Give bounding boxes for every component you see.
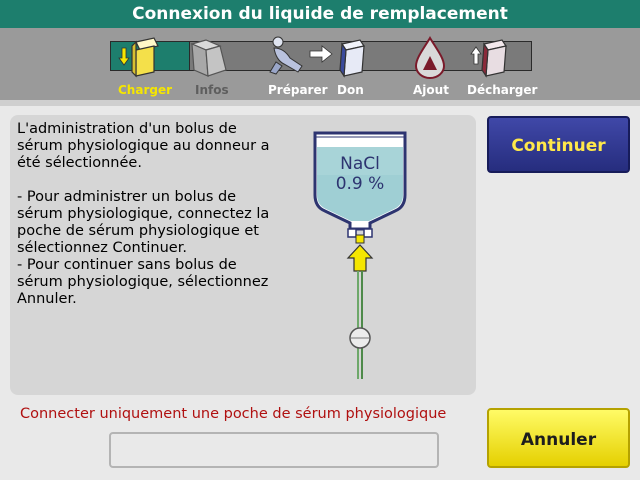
step-label-infos: Infos — [195, 83, 229, 97]
saline-bag-illustration: NaCl 0.9 % — [313, 131, 407, 379]
instruction-intro: L'administration d'un bolus de sérum phy… — [17, 121, 270, 171]
step-label-don: Don — [337, 83, 364, 97]
progress-steps: Charger Infos Préparer Don Ajout Décharg… — [0, 28, 640, 100]
step-label-decharger: Décharger — [467, 83, 538, 97]
step-label-charger: Charger — [118, 83, 173, 97]
window-title: Connexion du liquide de remplacement — [0, 0, 640, 28]
additive-flask-icon — [414, 36, 446, 79]
cancel-button[interactable]: Annuler — [487, 408, 630, 468]
unload-icon — [470, 39, 507, 78]
load-icon — [118, 37, 159, 78]
step-label-preparer: Préparer — [268, 83, 328, 97]
bag-label-nacl: NaCl — [340, 154, 380, 174]
arrow-right-icon — [309, 45, 333, 63]
continue-button[interactable]: Continuer — [487, 116, 630, 173]
warning-message: Connecter uniquement une poche de sérum … — [20, 406, 447, 422]
instruction-text: L'administration d'un bolus de sérum phy… — [17, 121, 277, 308]
folder-icon — [190, 39, 227, 77]
status-field — [109, 432, 439, 468]
instruction-option-cancel: - Pour continuer sans bolus de sérum phy… — [17, 257, 269, 307]
collection-icon — [339, 39, 365, 78]
header-divider — [0, 100, 640, 106]
step-label-ajout: Ajout — [413, 83, 449, 97]
bag-label-concentration: 0.9 % — [336, 174, 385, 194]
instruction-option-continue: - Pour administrer un bolus de sérum phy… — [17, 189, 270, 256]
